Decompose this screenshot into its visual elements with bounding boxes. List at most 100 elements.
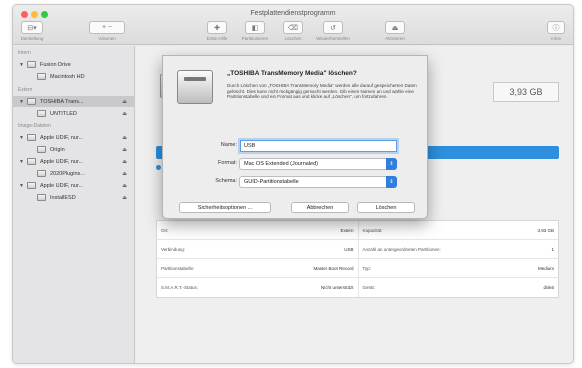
volume-icon — [37, 194, 46, 201]
schema-value: GUID-Partitionstabelle — [244, 179, 299, 185]
chevron-updown-icon: ⇕ — [386, 158, 397, 170]
view-toggle-icon[interactable]: ⊟▾ — [21, 21, 43, 34]
toolbar-label-view: Darstellung — [20, 36, 44, 41]
info-label: Ort: — [161, 227, 169, 233]
sidebar-item-label: Macintosh HD — [50, 73, 85, 80]
disk-icon — [27, 61, 36, 68]
cancel-button[interactable]: Abbrechen — [291, 202, 349, 213]
first-aid-icon[interactable]: ✚ — [207, 21, 227, 34]
info-value: Medium — [537, 265, 554, 271]
sidebar-item-label: TOSHIBA Trans... — [40, 98, 84, 105]
info-icon[interactable]: ⓘ — [547, 21, 565, 34]
disk-image-icon — [27, 158, 36, 165]
info-cell: S.M.A.R.T.-Status: Nicht unterstützt — [157, 278, 358, 297]
eject-icon[interactable]: ⏏ — [122, 147, 127, 153]
sidebar-item-label: Apple UDIF, nur... — [40, 158, 84, 165]
toolbar: Festplattendienstprogramm ⊟▾ Darstellung… — [13, 5, 573, 45]
disclosure-triangle-icon[interactable]: ▼ — [19, 159, 24, 165]
toolbar-label-mount: Aktivieren — [385, 36, 405, 41]
info-label: Verbindung: — [161, 246, 186, 252]
sidebar-item-installesd[interactable]: InstallESD ⏏ — [13, 192, 135, 203]
mount-icon[interactable]: ⏏ — [385, 21, 405, 34]
info-label: S.M.A.R.T.-Status: — [161, 285, 199, 290]
eject-icon[interactable]: ⏏ — [122, 171, 127, 177]
dialog-description: Durch Löschen von „TOSHIBA TransMemory M… — [227, 83, 417, 100]
erase-icon[interactable]: ⌫ — [283, 21, 303, 34]
disk-info-table: Ort: Extern Verbindung: USB Partitionstabe… — [156, 220, 559, 298]
info-cell: Kapazität: 3,93 GB — [357, 221, 558, 240]
name-label: Name: — [220, 142, 237, 148]
info-value: disk6 — [543, 285, 554, 290]
eject-icon[interactable]: ⏏ — [122, 135, 127, 141]
eject-icon[interactable]: ⏏ — [122, 183, 127, 189]
sidebar-item-origin[interactable]: Origin ⏏ — [13, 144, 135, 155]
disk-icon — [27, 98, 36, 105]
info-value: Master Boot Record — [313, 265, 354, 271]
toolbar-label-partition: Partitionieren — [241, 36, 269, 41]
info-cell: Anzahl an untergeordneten Partitionen: 1 — [357, 240, 558, 259]
sidebar-item-toshiba[interactable]: ▼ TOSHIBA Trans... ⏏ — [13, 96, 135, 107]
sidebar-section-internal: Intern — [18, 50, 31, 56]
eject-icon[interactable]: ⏏ — [122, 159, 127, 165]
usage-legend-dot — [156, 165, 161, 170]
sidebar-item-apple-udif-3[interactable]: ▼ Apple UDIF, nur... ⏏ — [13, 180, 135, 191]
sidebar-item-label: UNTITLED — [50, 110, 77, 117]
sidebar-item-label: Origin — [50, 146, 65, 153]
sidebar-item-apple-udif-2[interactable]: ▼ Apple UDIF, nur... ⏏ — [13, 156, 135, 167]
sidebar-item-label: Apple UDIF, nur... — [40, 134, 84, 141]
format-select[interactable]: Mac OS Extended (Journaled) ⇕ — [239, 158, 397, 170]
sidebar-item-macintosh-hd[interactable]: Macintosh HD — [13, 71, 135, 82]
toolbar-label-restore: Wiederherstellen — [316, 36, 350, 41]
volume-icon — [37, 146, 46, 153]
sidebar-item-label: Apple UDIF, nur... — [40, 182, 84, 189]
info-label: Typ: — [362, 265, 372, 271]
toolbar-label-volume: Volumen — [98, 36, 116, 41]
toolbar-label-first-aid: Erste Hilfe — [206, 36, 228, 41]
info-value: USB — [344, 246, 354, 252]
info-value: 3,93 GB — [537, 227, 554, 233]
eject-icon[interactable]: ⏏ — [122, 99, 127, 105]
info-cell: Gerät: disk6 — [357, 278, 559, 297]
disk-image-icon — [27, 182, 36, 189]
sidebar-item-untitled[interactable]: UNTITLED ⏏ — [13, 108, 135, 119]
disclosure-triangle-icon[interactable]: ▼ — [19, 62, 24, 68]
capacity-badge: 3,93 GB — [493, 82, 559, 102]
format-label: Format: — [218, 160, 237, 166]
eject-icon[interactable]: ⏏ — [122, 111, 127, 117]
eject-icon[interactable]: ⏏ — [122, 195, 127, 201]
info-value: 1 — [551, 246, 554, 252]
volume-icon — [37, 73, 46, 80]
partition-icon[interactable]: ◧ — [245, 21, 265, 34]
sidebar-item-label: 2020Plugins... — [50, 170, 85, 177]
volume-icon — [37, 110, 46, 117]
info-label: Anzahl an untergeordneten Partitionen: — [362, 246, 441, 252]
erase-dialog: „TOSHIBA TransMemory Media" löschen? Dur… — [162, 55, 428, 219]
erase-button[interactable]: Löschen — [357, 202, 415, 213]
name-field[interactable]: USB — [240, 140, 397, 152]
sidebar-item-label: InstallESD — [50, 194, 76, 201]
info-label: Partitionstabelle: — [161, 265, 195, 271]
schema-label: Schema: — [215, 178, 237, 184]
disclosure-triangle-icon[interactable]: ▼ — [19, 135, 24, 141]
info-cell: Partitionstabelle: Master Boot Record — [157, 259, 358, 278]
sidebar-section-images: Image-Dateien — [18, 123, 51, 129]
restore-icon[interactable]: ↺ — [323, 21, 343, 34]
sidebar: Intern ▼ Fusion Drive Macintosh HD Exter… — [13, 46, 135, 363]
security-options-button[interactable]: Sicherheitsoptionen ... — [179, 202, 271, 213]
disclosure-triangle-icon[interactable]: ▼ — [19, 99, 24, 105]
sidebar-item-fusion-drive[interactable]: ▼ Fusion Drive — [13, 59, 135, 70]
dialog-title: „TOSHIBA TransMemory Media" löschen? — [227, 70, 357, 77]
toolbar-label-info: Infos — [551, 36, 561, 41]
sidebar-item-2020plugins[interactable]: 2020Plugins... ⏏ — [13, 168, 135, 179]
info-value: Extern — [340, 227, 354, 233]
info-label: Kapazität: — [362, 227, 383, 233]
info-cell: Ort: Extern — [157, 221, 358, 240]
disclosure-triangle-icon[interactable]: ▼ — [19, 183, 24, 189]
sidebar-item-label: Fusion Drive — [40, 61, 71, 68]
toolbar-label-erase: Löschen — [284, 36, 302, 41]
sidebar-section-external: Extern — [18, 87, 33, 93]
format-value: Mac OS Extended (Journaled) — [244, 161, 318, 167]
volume-add-remove-icon[interactable]: + − — [89, 21, 125, 34]
sidebar-item-apple-udif-1[interactable]: ▼ Apple UDIF, nur... ⏏ — [13, 132, 135, 143]
schema-select[interactable]: GUID-Partitionstabelle ⇕ — [239, 176, 397, 188]
